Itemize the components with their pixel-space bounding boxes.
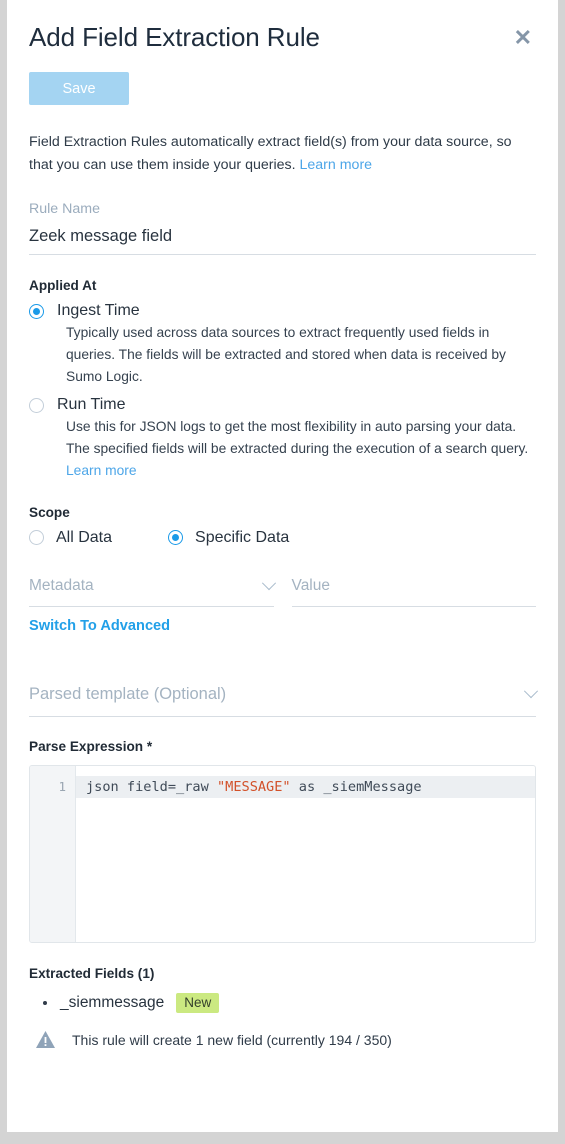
rule-name-field[interactable]: Rule Name Zeek message field bbox=[29, 201, 536, 255]
chevron-down-icon[interactable] bbox=[523, 684, 539, 699]
applied-at-option-ingest-time[interactable]: Ingest Time bbox=[29, 302, 536, 320]
editor-code-area[interactable]: json field=_raw "MESSAGE" as _siemMessag… bbox=[76, 766, 535, 942]
metadata-select[interactable]: Metadata bbox=[29, 575, 276, 607]
parse-expression-editor[interactable]: 1 json field=_raw "MESSAGE" as _siemMess… bbox=[29, 764, 536, 943]
code-token-suffix: as _siemMessage bbox=[290, 778, 422, 795]
code-token-string: "MESSAGE" bbox=[216, 778, 291, 795]
radio-label-ingest-time[interactable]: Ingest Time bbox=[57, 302, 140, 320]
radio-all-data[interactable] bbox=[29, 530, 44, 546]
radio-label-run-time[interactable]: Run Time bbox=[57, 396, 125, 414]
radio-specific-data[interactable] bbox=[168, 530, 184, 546]
extracted-fields-heading: Extracted Fields (1) bbox=[29, 965, 155, 981]
chevron-down-icon[interactable] bbox=[261, 575, 276, 591]
rule-name-input[interactable]: Zeek message field bbox=[29, 217, 536, 254]
radio-run-time[interactable] bbox=[29, 397, 44, 413]
page-title: Add Field Extraction Rule bbox=[29, 22, 320, 52]
scope-heading: Scope bbox=[29, 504, 70, 520]
parsed-template-placeholder: Parsed template (Optional) bbox=[29, 684, 227, 703]
field-quota-warning: This rule will create 1 new field (curre… bbox=[35, 1030, 536, 1049]
field-quota-warning-text: This rule will create 1 new field (curre… bbox=[72, 1031, 392, 1048]
applied-at-description-ingest-time: Typically used across data sources to ex… bbox=[66, 325, 506, 384]
applied-at-heading: Applied At bbox=[29, 278, 97, 293]
switch-to-advanced-link[interactable]: Switch To Advanced bbox=[29, 618, 170, 634]
dialog-header: Add Field Extraction Rule ✕ bbox=[29, 0, 536, 55]
intro-text: Field Extraction Rules automatically ext… bbox=[29, 131, 534, 177]
warning-triangle-icon bbox=[36, 1031, 55, 1049]
save-button[interactable]: Save bbox=[29, 72, 129, 105]
scope-option-specific-data[interactable]: Specific Data bbox=[168, 529, 289, 547]
radio-label-specific-data[interactable]: Specific Data bbox=[195, 529, 289, 547]
metadata-value-row: Metadata Value bbox=[29, 575, 536, 607]
bullet-icon bbox=[43, 1001, 47, 1006]
value-input[interactable]: Value bbox=[291, 576, 536, 607]
status-badge: New bbox=[176, 992, 220, 1014]
editor-code-line[interactable]: json field=_raw "MESSAGE" as _siemMessag… bbox=[76, 775, 535, 798]
parsed-template-underline bbox=[29, 715, 536, 717]
run-time-description-text: Use this for JSON logs to get the most f… bbox=[66, 419, 529, 457]
metadata-underline bbox=[29, 605, 274, 607]
intro-description: Field Extraction Rules automatically ext… bbox=[29, 134, 512, 173]
rule-name-label: Rule Name bbox=[29, 201, 100, 217]
close-icon[interactable]: ✕ bbox=[504, 25, 536, 55]
applied-at-description-run-time: Use this for JSON logs to get the most f… bbox=[66, 416, 536, 481]
editor-gutter: 1 bbox=[30, 765, 76, 942]
editor-line-number: 1 bbox=[58, 778, 66, 794]
applied-at-option-run-time[interactable]: Run Time bbox=[29, 396, 536, 414]
run-time-learn-more-link[interactable]: Learn more bbox=[66, 463, 137, 478]
value-placeholder: Value bbox=[291, 576, 331, 594]
value-underline bbox=[291, 605, 536, 607]
rule-name-underline bbox=[29, 254, 536, 255]
intro-learn-more-link[interactable]: Learn more bbox=[300, 157, 373, 173]
list-item: _siemmessage New bbox=[43, 992, 536, 1014]
add-field-extraction-rule-dialog: Add Field Extraction Rule ✕ Save Field E… bbox=[7, 0, 558, 1132]
parse-expression-heading: Parse Expression * bbox=[29, 738, 153, 754]
parsed-template-select[interactable]: Parsed template (Optional) bbox=[29, 684, 539, 717]
scope-options: All Data Specific Data bbox=[29, 529, 536, 547]
radio-label-all-data[interactable]: All Data bbox=[56, 529, 112, 547]
radio-ingest-time[interactable] bbox=[29, 303, 44, 319]
extracted-field-name: _siemmessage bbox=[60, 994, 165, 1012]
code-token-prefix: json field=_raw bbox=[86, 778, 217, 795]
metadata-placeholder: Metadata bbox=[29, 576, 94, 594]
scope-option-all-data[interactable]: All Data bbox=[29, 529, 112, 547]
